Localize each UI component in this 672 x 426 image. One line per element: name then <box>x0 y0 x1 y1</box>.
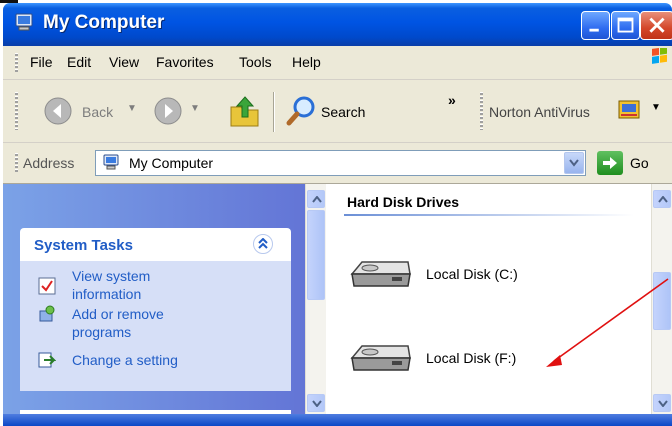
norton-dropdown-icon[interactable]: ▼ <box>651 102 661 113</box>
chevron-down-icon <box>658 400 668 407</box>
title-bar[interactable]: My Computer <box>3 3 672 46</box>
chevron-up-icon <box>312 196 322 203</box>
maximize-icon <box>617 17 634 33</box>
double-chevron-up-icon <box>258 238 268 249</box>
go-arrow-icon <box>603 157 617 169</box>
address-value: My Computer <box>129 155 214 171</box>
menu-bar: File Edit View Favorites Tools Help <box>3 46 672 80</box>
minimize-icon <box>589 28 599 32</box>
annotation-arrow <box>546 278 669 367</box>
standard-toolbar: Back ▼ ▼ Search » Norton AntiVirus ▼ <box>3 80 672 143</box>
menu-favorites[interactable]: Favorites <box>156 54 214 70</box>
taskpane-scroll-thumb[interactable] <box>307 210 325 300</box>
add-remove-icon <box>39 305 55 322</box>
view-system-information-link[interactable]: View system information <box>72 267 150 303</box>
change-a-setting-link[interactable]: Change a setting <box>72 351 178 369</box>
menubar-grip[interactable] <box>15 53 18 73</box>
forward-dropdown-icon[interactable]: ▼ <box>190 103 200 114</box>
norton-icon[interactable] <box>617 98 641 122</box>
group-divider <box>344 214 634 216</box>
address-bar: Address My Computer Go <box>3 143 672 184</box>
system-info-icon <box>38 277 56 295</box>
taskpane-scroll-up[interactable] <box>307 190 325 208</box>
menu-file[interactable]: File <box>30 54 53 70</box>
menu-edit[interactable]: Edit <box>67 54 91 70</box>
toolbar-grip[interactable] <box>15 92 18 130</box>
drive-label-f[interactable]: Local Disk (F:) <box>426 350 516 366</box>
search-icon[interactable] <box>285 95 317 127</box>
my-computer-icon <box>15 13 33 31</box>
my-computer-window: My Computer File Edit View Favorites Too… <box>0 0 672 426</box>
close-button[interactable] <box>640 11 672 40</box>
hard-disk-drives-heading: Hard Disk Drives <box>347 194 460 210</box>
address-field[interactable]: My Computer <box>95 150 586 176</box>
go-label[interactable]: Go <box>630 155 649 171</box>
taskpane-scrollbar[interactable] <box>305 184 326 414</box>
windows-logo-icon <box>630 48 670 78</box>
chevron-down-icon <box>569 159 579 167</box>
norton-toolbar-grip[interactable] <box>480 92 483 130</box>
system-tasks-title: System Tasks <box>34 237 133 254</box>
menu-tools[interactable]: Tools <box>239 54 272 70</box>
collapse-button[interactable] <box>253 234 273 254</box>
content-scroll-down[interactable] <box>653 394 671 412</box>
my-computer-small-icon <box>103 154 119 170</box>
back-arrow-icon[interactable] <box>43 96 73 126</box>
window-title: My Computer <box>43 12 165 33</box>
minimize-button[interactable] <box>581 11 610 40</box>
toolbar-separator <box>273 92 275 132</box>
task-pane: System Tasks View system information Add… <box>3 184 305 418</box>
address-dropdown-button[interactable] <box>564 152 584 174</box>
back-dropdown-icon[interactable]: ▼ <box>127 103 137 114</box>
drive-label-c[interactable]: Local Disk (C:) <box>426 266 518 282</box>
control-panel-icon <box>38 352 56 368</box>
back-button-label[interactable]: Back <box>82 104 113 120</box>
hard-disk-icon <box>350 345 411 371</box>
menu-view[interactable]: View <box>109 54 139 70</box>
addressbar-grip[interactable] <box>15 153 18 173</box>
maximize-button[interactable] <box>611 11 640 40</box>
toolbar-overflow-chevron[interactable]: » <box>448 92 456 108</box>
address-label: Address <box>23 155 75 171</box>
up-folder-icon[interactable] <box>228 93 262 129</box>
norton-antivirus-label[interactable]: Norton AntiVirus <box>489 104 590 120</box>
window-bottom-edge <box>3 414 672 426</box>
taskpane-scroll-down[interactable] <box>307 394 325 412</box>
hard-disk-icon <box>350 261 411 287</box>
chevron-up-icon <box>658 196 668 203</box>
go-button[interactable] <box>597 151 623 175</box>
content-scroll-up[interactable] <box>653 190 671 208</box>
chevron-down-icon <box>312 400 322 407</box>
system-tasks-body: View system information Add or remove pr… <box>20 261 291 391</box>
close-icon <box>649 17 665 33</box>
add-remove-programs-link[interactable]: Add or remove programs <box>72 305 164 341</box>
system-tasks-header[interactable]: System Tasks <box>20 228 291 261</box>
search-button-label[interactable]: Search <box>321 104 365 120</box>
forward-arrow-icon[interactable] <box>153 96 183 126</box>
menu-help[interactable]: Help <box>292 54 321 70</box>
